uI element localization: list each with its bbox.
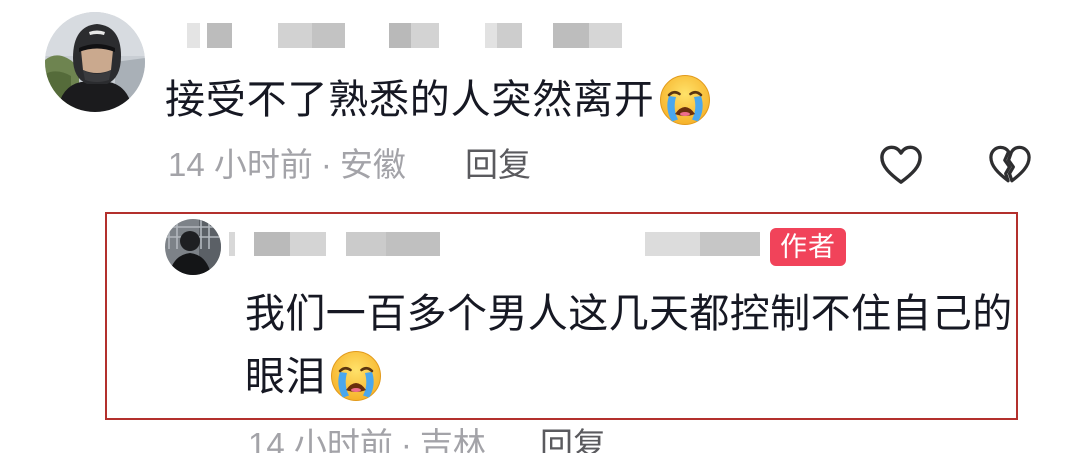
crying-emoji-icon [659,74,711,126]
username-blur-block [229,232,235,256]
author-badge: 作者 [770,228,846,266]
comment-avatar[interactable] [45,12,145,112]
helmet-avatar-image [45,12,145,112]
username-blur-block [497,23,522,48]
reply-avatar[interactable] [165,219,221,275]
username-blur-block [386,232,440,256]
username-blur-block [411,23,439,48]
username-blur-block [207,23,232,48]
username-blur-block [187,23,200,48]
person-avatar-image [165,219,221,275]
username-blur-block [553,23,589,48]
comment-body: 接受不了熟悉的人突然离开 [165,74,711,126]
username-blur-block [485,23,497,48]
dislike-button[interactable] [987,144,1033,186]
reply-body: 我们一百多个男人这几天都控制不住自己的眼泪 [245,283,1025,409]
username-blur-block [278,23,312,48]
username-blur-block [645,232,700,256]
broken-heart-icon [989,145,1031,183]
like-button[interactable] [878,144,924,186]
reply-button[interactable]: 回复 [465,145,531,185]
username-blur-block [589,23,622,48]
username-blur-block [290,232,326,256]
username-blur-block [254,232,290,256]
meta-separator: · [320,146,332,183]
reply-reply-button[interactable]: 回复 [540,425,606,453]
reply-username[interactable] [229,232,764,256]
username-blur-block [700,232,760,256]
comment-location: 安徽 [339,146,406,183]
reply-time: 14 小时前 [248,426,393,453]
crying-emoji-icon [330,350,382,402]
reply-meta: 14 小时前 · 吉林 [248,425,486,453]
comment-time: 14 小时前 [168,146,313,183]
username-blur-block [389,23,411,48]
comment-username[interactable] [185,23,625,48]
username-blur-block [346,232,386,256]
meta-separator: · [400,426,412,453]
comment-text: 接受不了熟悉的人突然离开 [165,78,655,122]
username-blur-block [312,23,345,48]
comment-meta: 14 小时前 · 安徽 [168,145,406,185]
heart-outline-icon [880,145,922,184]
reply-location: 吉林 [419,426,486,453]
